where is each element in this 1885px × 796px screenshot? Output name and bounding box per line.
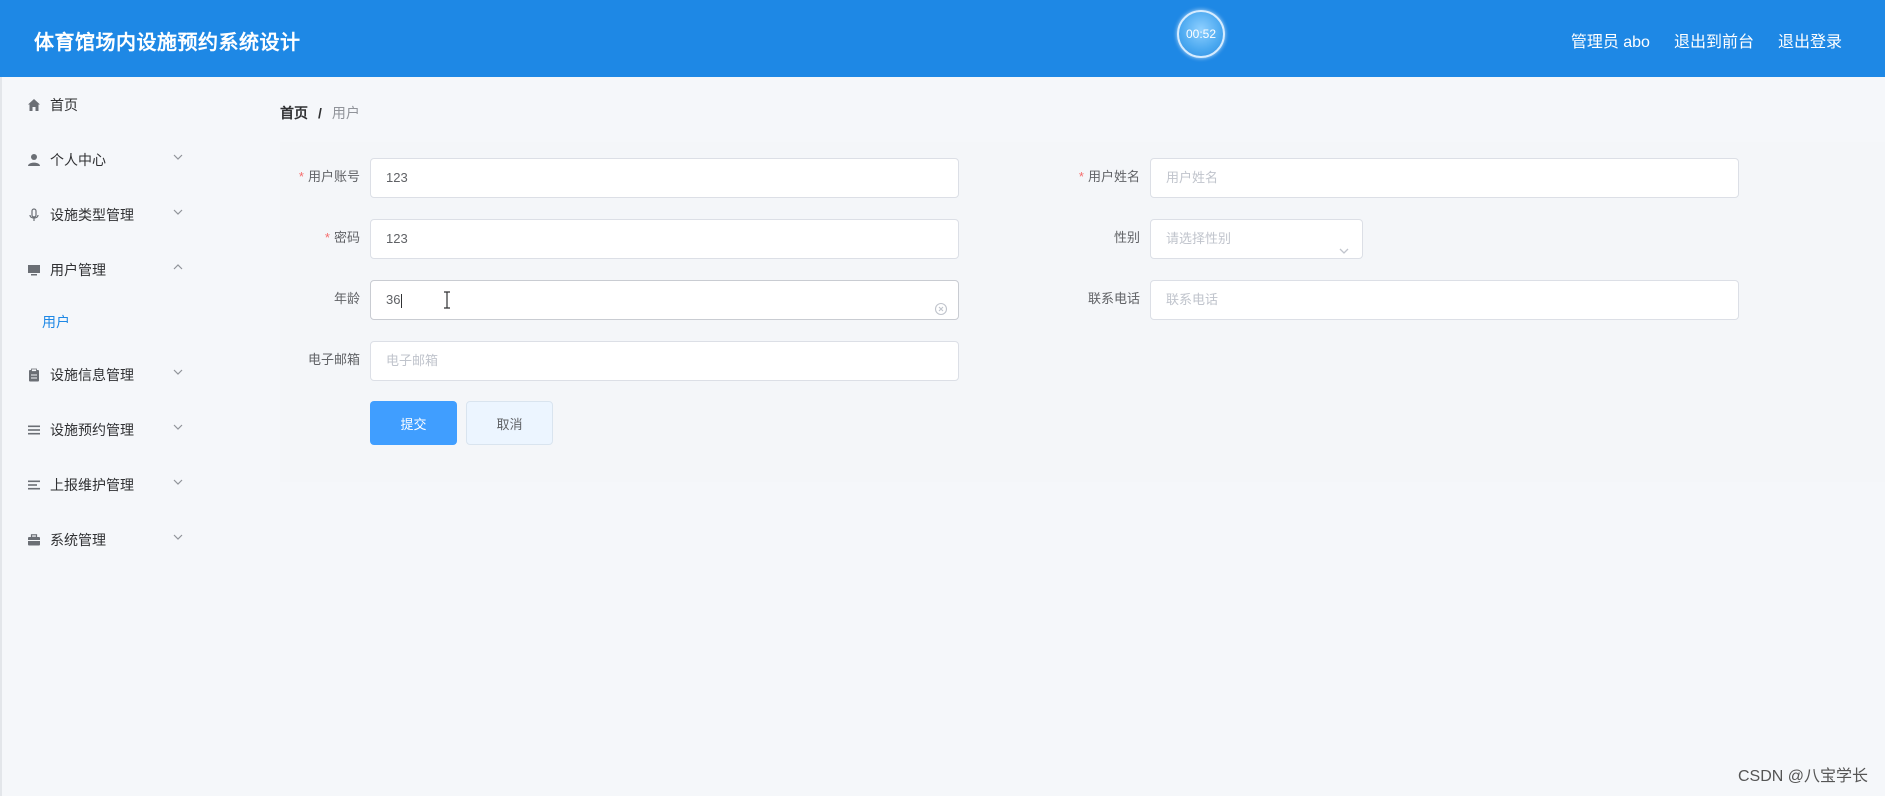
clipboard-icon: [26, 367, 42, 383]
name-label: * 用户姓名: [1078, 169, 1140, 184]
age-input[interactable]: 36: [370, 280, 959, 320]
clear-icon[interactable]: [934, 293, 948, 316]
sidebar-item-label: 设施类型管理: [50, 206, 134, 223]
user-icon: [26, 152, 42, 168]
required-mark: *: [298, 169, 304, 184]
name-input[interactable]: 用户姓名: [1150, 158, 1739, 198]
phone-input[interactable]: 联系电话: [1150, 280, 1739, 320]
account-input[interactable]: 123: [370, 158, 959, 198]
password-input[interactable]: 123: [370, 219, 959, 259]
exit-to-frontend-link[interactable]: 退出到前台: [1674, 28, 1754, 52]
monitor-icon: [26, 262, 42, 278]
watermark: CSDN @八宝学长: [1737, 768, 1868, 785]
submit-button[interactable]: 提交: [370, 401, 457, 445]
sidebar-item-personal-center[interactable]: 个人中心: [2, 132, 252, 187]
breadcrumb: 首页 / 用户: [280, 103, 360, 123]
list-icon: [26, 422, 42, 438]
chevron-down-icon: [172, 476, 184, 488]
chevron-down-icon: [172, 151, 184, 163]
gender-select-placeholder: 请选择性别: [1166, 231, 1232, 246]
sidebar-item-facility-booking[interactable]: 设施预约管理: [2, 402, 252, 457]
sidebar-item-label: 上报维护管理: [50, 476, 134, 493]
gender-select[interactable]: 请选择性别: [1150, 219, 1363, 259]
sidebar-item-label: 首页: [50, 96, 78, 113]
logout-link[interactable]: 退出登录: [1778, 28, 1842, 52]
password-label: * 密码: [324, 230, 360, 245]
breadcrumb-separator: /: [318, 105, 322, 121]
sidebar: 首页 个人中心 设施类型管理 用户管理 用户 设施信息管理 设施预约管理 上报维…: [0, 77, 252, 796]
breadcrumb-home[interactable]: 首页: [280, 103, 308, 123]
chevron-down-icon: [172, 531, 184, 543]
sidebar-item-home[interactable]: 首页: [2, 77, 252, 132]
chevron-down-icon: [1338, 234, 1350, 254]
timer-badge: 00:52: [1177, 10, 1225, 58]
account-label: * 用户账号: [298, 169, 360, 184]
sidebar-item-label: 设施信息管理: [50, 366, 134, 383]
home-icon: [26, 97, 42, 113]
ibeam-cursor-icon: [442, 291, 452, 309]
microphone-icon: [26, 207, 42, 223]
email-label: 电子邮箱: [307, 352, 360, 367]
phone-label: 联系电话: [1087, 291, 1140, 306]
gender-label: 性别: [1113, 230, 1140, 245]
sidebar-item-system-management[interactable]: 系统管理: [2, 512, 252, 567]
chevron-down-icon: [172, 421, 184, 433]
top-header: 体育馆场内设施预约系统设计 00:52 管理员 abo 退出到前台 退出登录: [0, 0, 1885, 77]
chevron-down-icon: [172, 366, 184, 378]
header-actions: 管理员 abo 退出到前台 退出登录: [1571, 28, 1842, 52]
sidebar-item-maintenance-report[interactable]: 上报维护管理: [2, 457, 252, 512]
sidebar-subitem-user[interactable]: 用户: [2, 297, 252, 347]
chevron-down-icon: [172, 206, 184, 218]
required-mark: *: [1078, 169, 1084, 184]
sidebar-item-label: 设施预约管理: [50, 421, 134, 438]
sidebar-item-label: 用户管理: [50, 261, 106, 278]
briefcase-icon: [26, 532, 42, 548]
chevron-up-icon: [172, 261, 184, 273]
breadcrumb-current: 用户: [331, 105, 360, 121]
cancel-button[interactable]: 取消: [466, 401, 553, 445]
admin-label: 管理员 abo: [1570, 34, 1650, 51]
required-mark: *: [324, 230, 330, 245]
sidebar-item-user-management[interactable]: 用户管理: [2, 242, 252, 297]
age-label: 年龄: [333, 291, 360, 306]
list-icon: [26, 477, 42, 493]
app-title: 体育馆场内设施预约系统设计: [34, 30, 301, 54]
sidebar-item-facility-type[interactable]: 设施类型管理: [2, 187, 252, 242]
sidebar-item-facility-info[interactable]: 设施信息管理: [2, 347, 252, 402]
email-input[interactable]: 电子邮箱: [370, 341, 959, 381]
text-caret: [401, 293, 403, 308]
sidebar-item-label: 个人中心: [50, 151, 106, 168]
sidebar-item-label: 系统管理: [50, 531, 106, 548]
age-input-value: 36: [386, 292, 401, 307]
